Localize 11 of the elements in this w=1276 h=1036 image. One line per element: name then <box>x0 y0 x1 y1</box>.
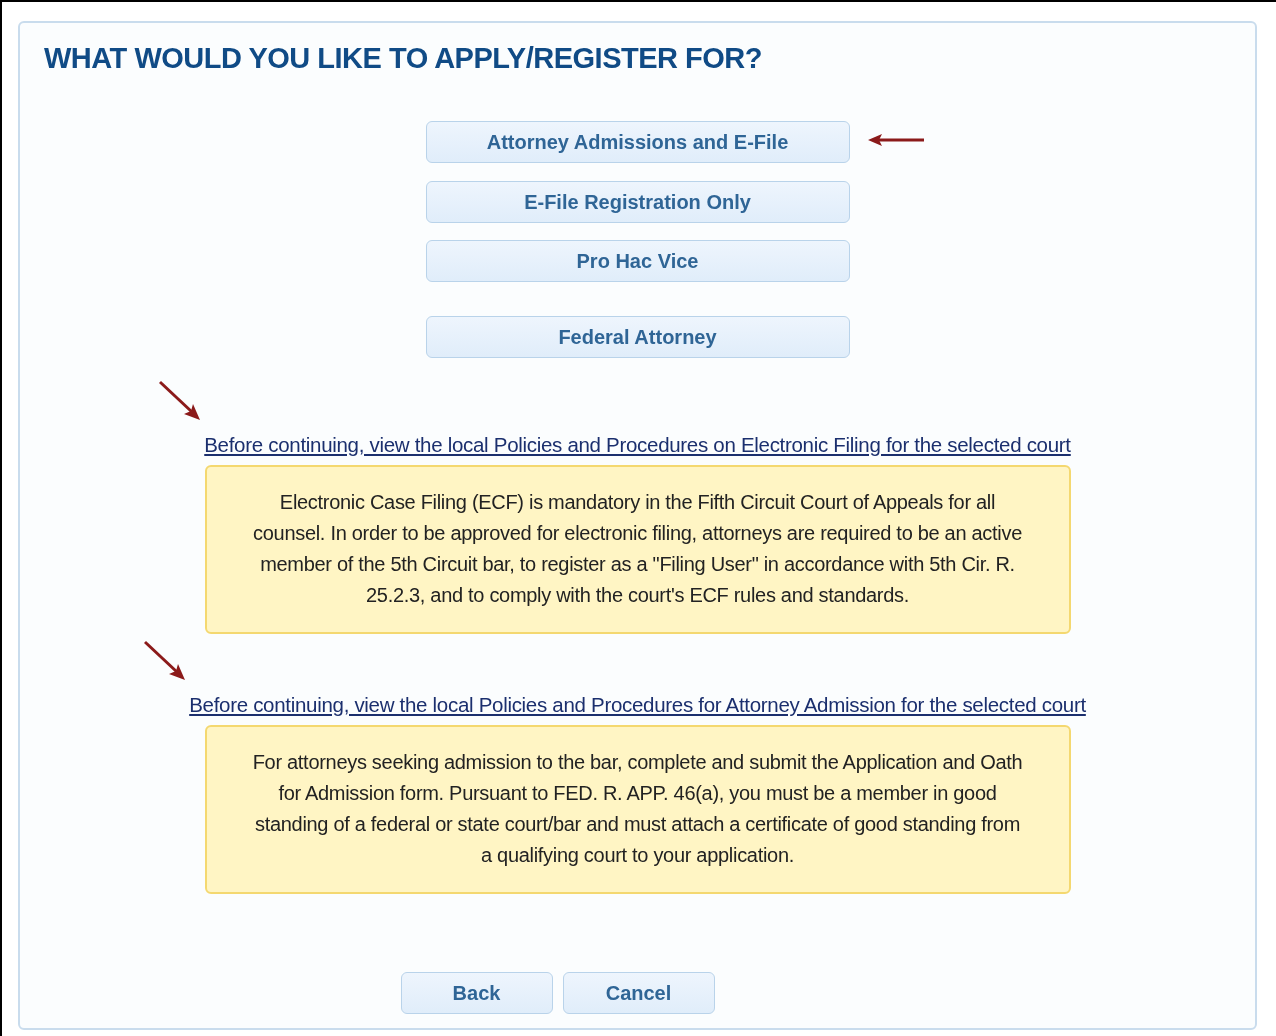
option-button[interactable]: E-File Registration Only <box>425 181 850 223</box>
option-button[interactable]: Attorney Admissions and E-File <box>425 121 850 163</box>
notice-text: For attorneys seeking admission to the bar, complete and submit the Application and Oath for Admission form. Pursuant to FED. R. APP. 46(a), you must be a member in good standing of a federal or state court/bar and must attach a certificate of good standing from a qualifying court to your application. <box>252 750 1023 868</box>
page-title: WHAT WOULD YOU LIKE TO APPLY/REGISTER FOR? <box>44 41 762 76</box>
nav-button[interactable]: Cancel <box>562 972 715 1014</box>
option-button[interactable]: Pro Hac Vice <box>425 240 850 282</box>
nav-button[interactable]: Back <box>400 972 553 1014</box>
policies-link[interactable]: Before continuing, view the local Policies and Procedures for Attorney Admission for the selected court <box>189 692 1086 716</box>
policies-link[interactable]: Before continuing, view the local Policies and Procedures on Electronic Filing for the selected court <box>204 433 1071 456</box>
option-button[interactable]: Federal Attorney <box>425 316 850 358</box>
notice-text: Electronic Case Filing (ECF) is mandatory in the Fifth Circuit Court of Appeals for all counsel. In order to be approved for electronic filing, attorneys are required to be an active member of the 5th Circuit bar, to register as a "Filing User" in accordance with 5th Cir. R. 25.2.3, and to comply with the court's ECF rules and standards. <box>252 490 1023 609</box>
